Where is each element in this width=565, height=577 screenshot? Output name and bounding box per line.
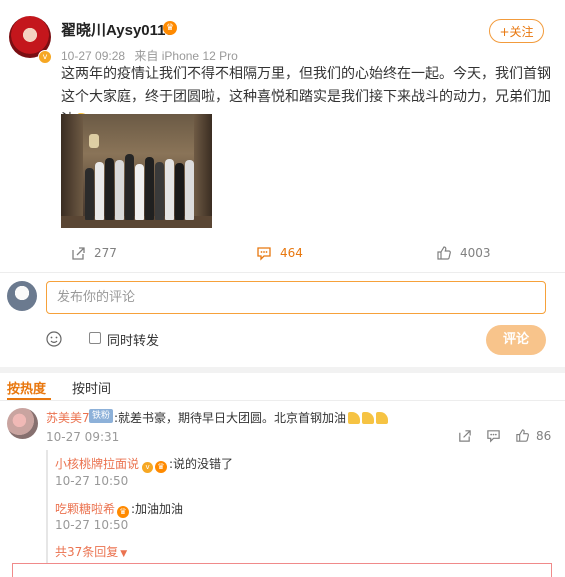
follow-button[interactable]: +关注 [489,19,544,43]
repost-checkbox[interactable] [89,332,101,344]
more-replies-label: 共37条回复 [55,545,119,559]
caret-down-icon: ▼ [120,549,128,559]
verified-icon: v [38,50,52,64]
reply-text: :加油加油 [131,502,184,516]
tab-sort-by-hot[interactable]: 按热度 [7,378,46,397]
reply-icon[interactable] [486,428,501,443]
post-meta: 10-27 09:28 来自 iPhone 12 Pro [61,47,244,64]
tab-sort-by-time[interactable]: 按时间 [72,378,111,397]
section-separator [0,367,565,373]
reply-time: 10-27 10:50 [55,474,129,488]
reply-item: 小核桃牌拉面说 v ♛:说的没错了 [55,453,233,473]
repost-count: 277 [94,246,117,260]
submit-comment-button[interactable]: 评论 [486,325,546,355]
my-avatar[interactable] [7,281,37,311]
flexed-biceps-icon [362,412,375,424]
verified-icon: v [142,462,154,473]
comment-avatar[interactable] [7,408,38,439]
like-button[interactable]: 4003 [436,245,491,261]
post-time[interactable]: 10-27 09:28 [61,49,125,63]
comment-input[interactable]: 发布你的评论 [46,281,546,314]
like-count: 4003 [460,246,491,260]
share-icon [72,247,85,260]
comment-count: 464 [280,246,303,260]
post-source: 来自 iPhone 12 Pro [134,49,238,63]
flexed-biceps-icon [376,412,389,424]
vip-icon: ♛ [163,21,177,35]
reply-time: 10-27 10:50 [55,518,129,532]
comment-like-count: 86 [536,428,552,443]
comment-text-content: :就差书豪，期待早日大团圆。北京首钢加油 [114,411,347,425]
thumbs-up-icon [437,246,451,260]
reply-username[interactable]: 吃颗糖啦希 [55,502,115,516]
more-replies-link[interactable]: 共37条回复 ▼ [55,543,127,560]
flexed-biceps-icon [348,412,361,424]
repost-label[interactable]: 同时转发 [107,330,159,349]
vip-icon: ♛ [155,461,168,473]
emoji-icon[interactable] [46,331,62,347]
fan-badge: 铁粉 [89,409,114,423]
divider [0,272,565,273]
reply-thread-line [46,450,48,564]
share-icon[interactable] [457,428,472,443]
post-photo[interactable] [61,114,212,228]
comment-username[interactable]: 苏美美7 [46,409,90,426]
comment-icon [257,247,271,261]
reply-item: 吃颗糖啦希 ♛:加油加油 [55,498,183,518]
repost-button[interactable]: 277 [70,245,117,261]
reply-text: :说的没错了 [169,457,234,471]
vip-icon: ♛ [117,506,130,518]
comment-button[interactable]: 464 [256,245,303,261]
comment-text: :就差书豪，期待早日大团圆。北京首钢加油 [114,409,389,426]
comment-time: 10-27 09:31 [46,430,120,444]
comment-like-button[interactable]: 86 [515,428,551,443]
divider [0,400,565,401]
author-name[interactable]: 翟晓川Aysy0118 [61,19,174,40]
thumbs-up-icon [516,429,529,442]
next-comment-box [12,563,552,577]
reply-username[interactable]: 小核桃牌拉面说 [55,457,139,471]
